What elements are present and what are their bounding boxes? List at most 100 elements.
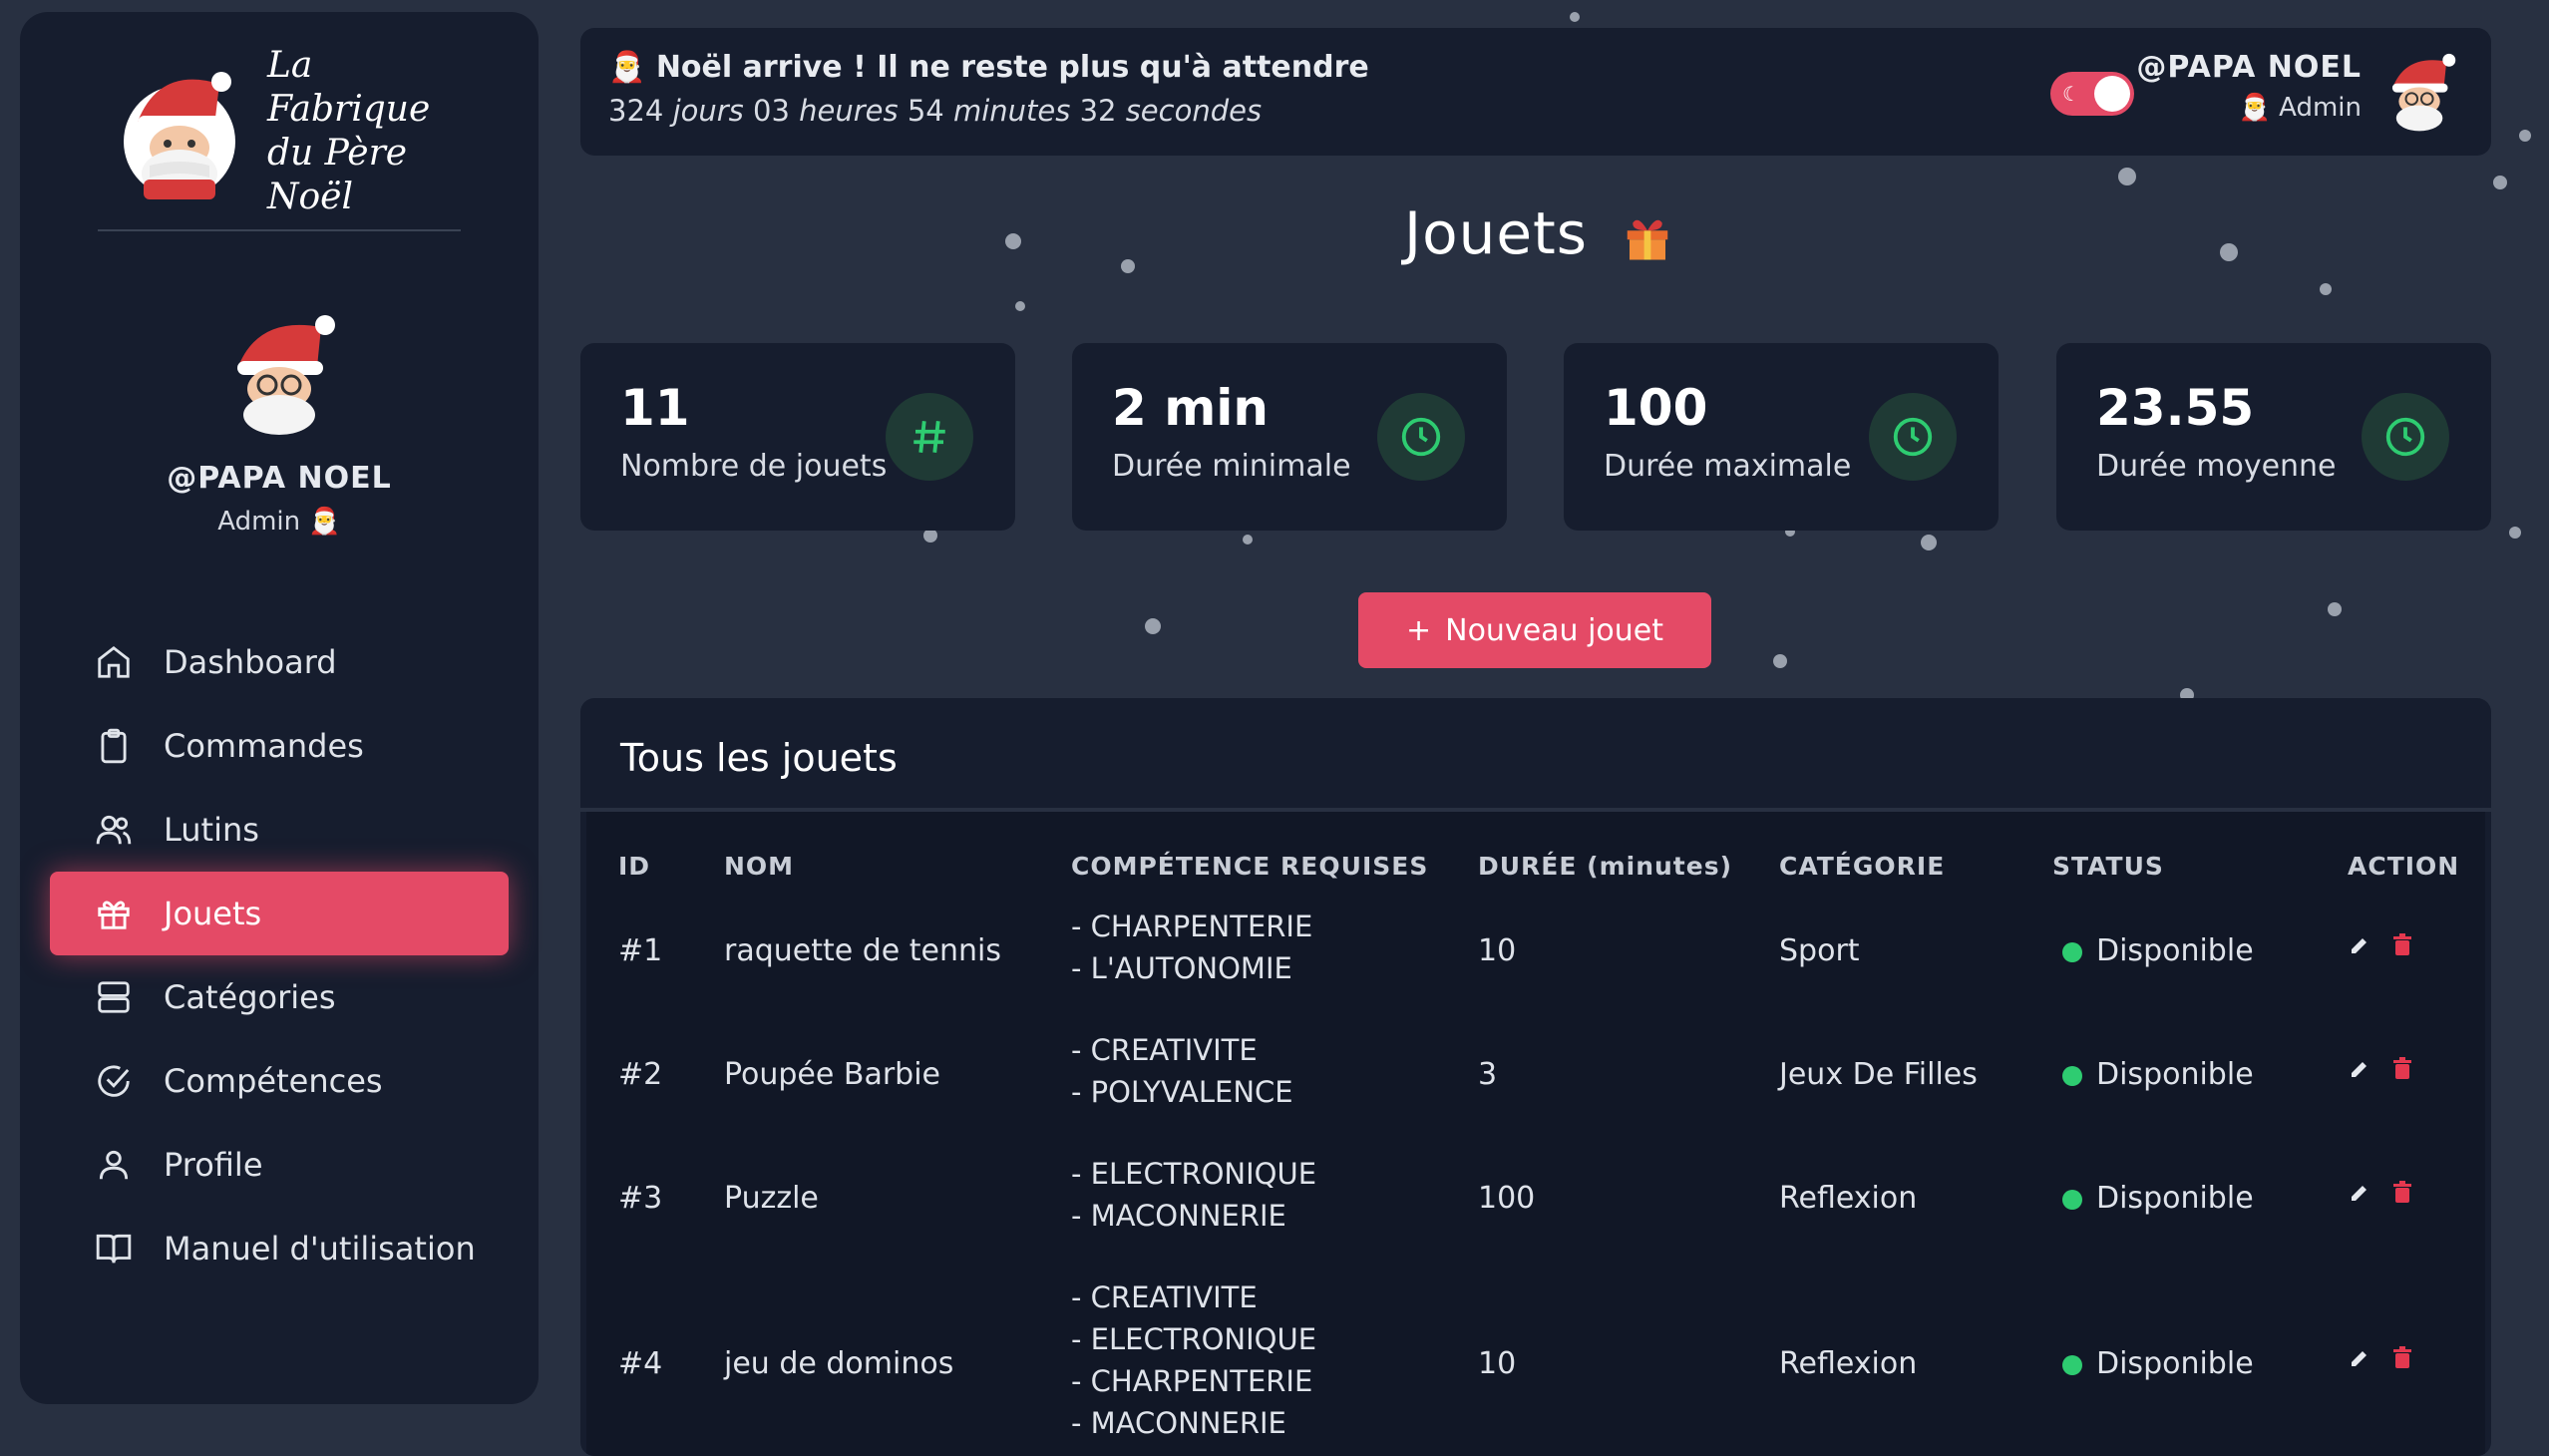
- sidebar-item-jouets[interactable]: Jouets: [50, 872, 509, 955]
- cell-categorie: Sport: [1779, 933, 1860, 968]
- competence-item: - CHARPENTERIE: [1071, 910, 1313, 943]
- stat-card-max: 100 Durée maximale: [1564, 343, 1999, 531]
- sidebar-item-manuel[interactable]: Manuel d'utilisation: [50, 1207, 509, 1290]
- sidebar-divider: [98, 229, 461, 231]
- book-icon: [94, 1229, 134, 1269]
- sidebar-item-label: Manuel d'utilisation: [164, 1230, 476, 1268]
- cell-duree: 3: [1478, 1057, 1498, 1092]
- countdown-title-text: Noël arrive ! Il ne reste plus qu'à atte…: [655, 50, 1369, 85]
- top-user-name: @PAPA NOEL: [2136, 50, 2362, 85]
- stat-card-count: 11 Nombre de jouets: [580, 343, 1015, 531]
- competence-item: - CREATIVITE: [1071, 1033, 1258, 1067]
- user-icon: [94, 1145, 134, 1185]
- sidebar-item-label: Catégories: [164, 978, 336, 1016]
- toys-table: ID NOM COMPÉTENCE REQUISES DURÉE (minute…: [586, 812, 2485, 1456]
- column-header-competences[interactable]: COMPÉTENCE REQUISES: [1071, 852, 1428, 881]
- column-header-duree[interactable]: DURÉE (minutes): [1478, 852, 1732, 881]
- competence-item: - ELECTRONIQUE: [1071, 1157, 1317, 1191]
- santa-mini-icon: 🎅: [2238, 93, 2271, 123]
- sidebar-item-profile[interactable]: Profile: [50, 1123, 509, 1207]
- stat-value: 23.55: [2096, 379, 2255, 437]
- delete-icon[interactable]: [2391, 1181, 2413, 1209]
- cell-nom: raquette de tennis: [724, 933, 1001, 968]
- cell-nom: Poupée Barbie: [724, 1057, 941, 1092]
- cell-duree: 10: [1478, 933, 1517, 968]
- profile-role-label: Admin: [217, 507, 301, 537]
- status-dot-icon: [2062, 941, 2082, 962]
- sidebar-item-commandes[interactable]: Commandes: [50, 704, 509, 788]
- cell-actions: [2348, 1181, 2413, 1209]
- column-header-id[interactable]: ID: [618, 852, 650, 881]
- cell-actions: [2348, 1346, 2413, 1374]
- cell-status: Disponible: [2062, 1181, 2254, 1216]
- brand[interactable]: La Fabrique du Père Noël: [120, 45, 479, 217]
- gift-icon: [94, 894, 134, 933]
- new-toy-button[interactable]: + Nouveau jouet: [1358, 592, 1711, 668]
- edit-icon[interactable]: [2348, 1181, 2371, 1209]
- status-label: Disponible: [2096, 1057, 2254, 1092]
- moon-icon: ☾: [2062, 82, 2080, 106]
- toggle-knob: [2094, 76, 2130, 112]
- edit-icon[interactable]: [2348, 1346, 2371, 1374]
- santa-mini-icon: 🎅: [608, 50, 646, 85]
- stat-label: Nombre de jouets: [620, 449, 888, 484]
- countdown-minutes: 54: [907, 94, 944, 128]
- countdown-days: 324: [608, 94, 664, 128]
- users-icon: [94, 810, 134, 850]
- sidebar-item-label: Commandes: [164, 727, 364, 765]
- cell-status: Disponible: [2062, 933, 2254, 968]
- countdown-seconds-label: secondes: [1125, 94, 1263, 128]
- edit-icon[interactable]: [2348, 933, 2371, 961]
- cell-duree: 10: [1478, 1346, 1517, 1381]
- column-header-action: ACTION: [2348, 852, 2460, 881]
- countdown-hours-label: heures: [799, 94, 899, 128]
- column-header-nom[interactable]: NOM: [724, 852, 794, 881]
- sidebar-item-categories[interactable]: Catégories: [50, 955, 509, 1039]
- delete-icon[interactable]: [2391, 1057, 2413, 1085]
- santa-mini-icon: 🎅: [308, 507, 341, 537]
- cell-competences: - CHARPENTERIE - L'AUTONOMIE: [1071, 906, 1312, 989]
- status-label: Disponible: [2096, 933, 2254, 968]
- countdown-title: 🎅 Noël arrive ! Il ne reste plus qu'à at…: [608, 50, 1369, 85]
- cell-status: Disponible: [2062, 1346, 2254, 1381]
- page-title-text: Jouets: [1404, 199, 1588, 267]
- cell-categorie: Jeux De Filles: [1779, 1057, 1978, 1092]
- cell-categorie: Reflexion: [1779, 1346, 1918, 1381]
- new-toy-button-label: Nouveau jouet: [1445, 612, 1664, 648]
- top-bar: 🎅 Noël arrive ! Il ne reste plus qu'à at…: [580, 28, 2491, 156]
- competence-item: - ELECTRONIQUE: [1071, 1322, 1317, 1356]
- countdown-timer: 324 jours 03 heures 54 minutes 32 second…: [608, 94, 1262, 128]
- cell-duree: 100: [1478, 1181, 1536, 1216]
- column-header-status[interactable]: STATUS: [2052, 852, 2164, 881]
- delete-icon[interactable]: [2391, 933, 2413, 961]
- top-user-info[interactable]: @PAPA NOEL 🎅 Admin: [2136, 50, 2362, 123]
- sidebar-item-competences[interactable]: Compétences: [50, 1039, 509, 1123]
- cell-categorie: Reflexion: [1779, 1181, 1918, 1216]
- delete-icon[interactable]: [2391, 1346, 2413, 1374]
- top-user-role-label: Admin: [2279, 93, 2362, 123]
- edit-icon[interactable]: [2348, 1057, 2371, 1085]
- stat-value: 2 min: [1112, 379, 1270, 437]
- status-dot-icon: [2062, 1189, 2082, 1210]
- santa-logo-icon: [120, 62, 239, 201]
- sidebar-item-label: Compétences: [164, 1062, 383, 1100]
- santa-avatar-icon[interactable]: [2379, 50, 2463, 134]
- countdown-hours: 03: [753, 94, 790, 128]
- cell-id: #1: [618, 933, 663, 968]
- countdown-days-label: jours: [672, 94, 744, 128]
- cell-competences: - CREATIVITE - POLYVALENCE: [1071, 1029, 1293, 1113]
- clock-icon: [1869, 393, 1957, 481]
- sidebar-item-dashboard[interactable]: Dashboard: [50, 620, 509, 704]
- cell-id: #2: [618, 1057, 663, 1092]
- competence-item: - CHARPENTERIE: [1071, 1364, 1313, 1398]
- stat-card-min: 2 min Durée minimale: [1072, 343, 1507, 531]
- gift-icon: [1621, 210, 1674, 264]
- stat-value: 11: [620, 379, 690, 437]
- sidebar-item-lutins[interactable]: Lutins: [50, 788, 509, 872]
- competence-item: - MACONNERIE: [1071, 1406, 1286, 1440]
- column-header-categorie[interactable]: CATÉGORIE: [1779, 852, 1945, 881]
- server-icon: [94, 977, 134, 1017]
- clipboard-icon: [94, 726, 134, 766]
- dark-mode-toggle[interactable]: ☾: [2050, 72, 2134, 116]
- stat-label: Durée moyenne: [2096, 449, 2337, 484]
